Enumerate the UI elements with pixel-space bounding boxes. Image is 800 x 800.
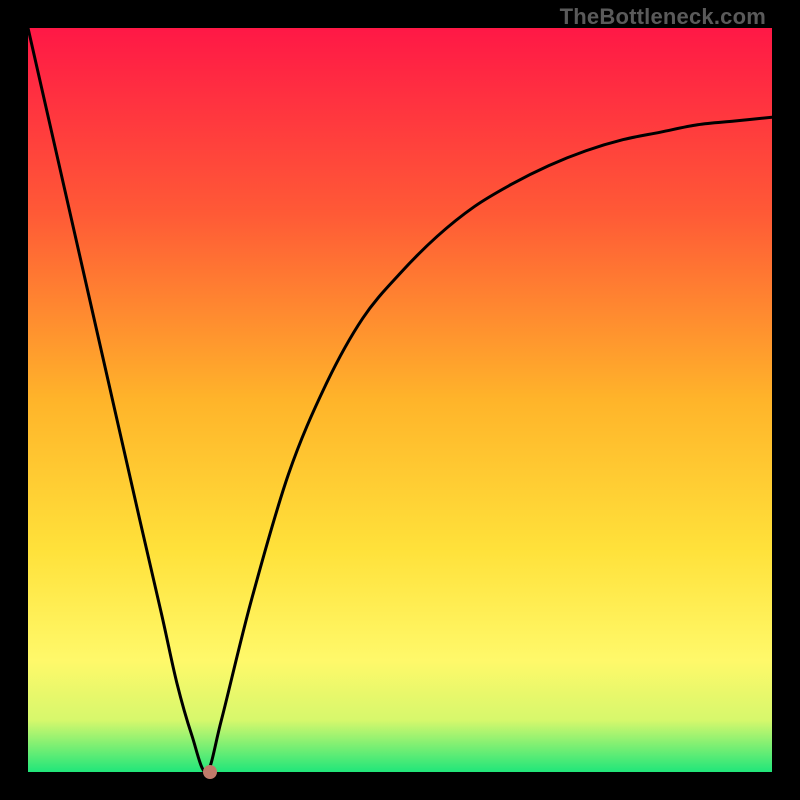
bottleneck-chart xyxy=(28,28,772,772)
attribution-label: TheBottleneck.com xyxy=(560,4,766,30)
chart-frame xyxy=(28,28,772,772)
gradient-background xyxy=(28,28,772,772)
optimal-point-marker xyxy=(203,765,217,779)
